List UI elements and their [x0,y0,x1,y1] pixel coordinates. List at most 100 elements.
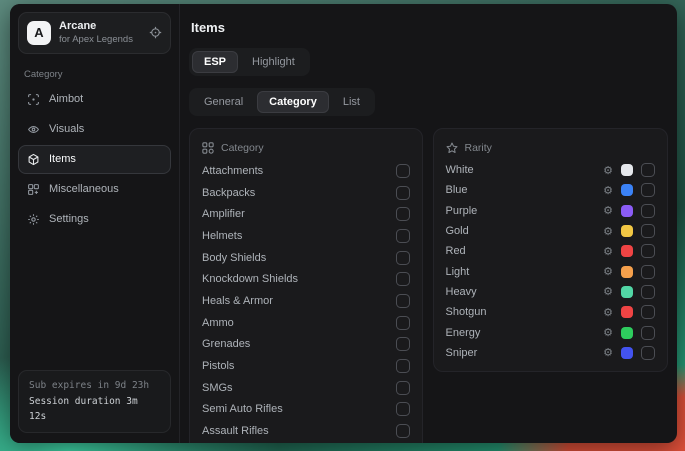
tab-esp[interactable]: ESP [192,51,238,73]
category-checkbox[interactable] [396,272,410,286]
category-row-label: Amplifier [202,208,245,220]
rarity-row[interactable]: Blue ⚙ [446,180,656,200]
rarity-row[interactable]: Gold ⚙ [446,221,656,241]
rarity-color-swatch[interactable] [621,245,633,257]
rarity-color-swatch[interactable] [621,205,633,217]
rarity-row[interactable]: Sniper ⚙ [446,343,656,363]
category-row[interactable]: SMGs [202,377,410,399]
category-row[interactable]: Attachments [202,160,410,182]
category-checkbox[interactable] [396,316,410,330]
category-checkbox[interactable] [396,424,410,438]
category-checkbox[interactable] [396,402,410,416]
rarity-settings-gear-icon[interactable]: ⚙ [603,246,613,257]
rarity-row[interactable]: Purple ⚙ [446,201,656,221]
category-row[interactable]: Heals & Armor [202,290,410,312]
subtab-category[interactable]: Category [257,91,329,113]
rarity-color-swatch[interactable] [621,286,633,298]
category-row[interactable]: Amplifier [202,203,410,225]
rarity-checkbox[interactable] [641,224,655,238]
sidebar-nav-label: Visuals [49,123,84,135]
brand-subtitle: for Apex Legends [59,34,133,46]
category-row-label: Semi Auto Rifles [202,403,283,415]
rarity-color-swatch[interactable] [621,327,633,339]
category-checkbox[interactable] [396,229,410,243]
rarity-row[interactable]: Energy ⚙ [446,322,656,342]
rarity-settings-gear-icon[interactable]: ⚙ [603,185,613,196]
rarity-checkbox[interactable] [641,265,655,279]
view-tabs: General Category List [189,88,375,116]
rarity-color-swatch[interactable] [621,306,633,318]
sidebar-nav-label: Miscellaneous [49,183,119,195]
category-row[interactable]: LMGs [202,442,410,443]
rarity-color-swatch[interactable] [621,164,633,176]
rarity-row-label: Light [446,266,470,278]
rarity-settings-gear-icon[interactable]: ⚙ [603,266,613,277]
category-row[interactable]: Ammo [202,312,410,334]
sidebar-item-settings[interactable]: Settings [18,205,171,234]
rarity-panel-title: Rarity [465,142,492,154]
category-row[interactable]: Assault Rifles [202,420,410,442]
rarity-row[interactable]: Light ⚙ [446,261,656,281]
sidebar-item-visuals[interactable]: Visuals [18,115,171,144]
category-row-label: Backpacks [202,187,255,199]
rarity-row[interactable]: Shotgun ⚙ [446,302,656,322]
category-row[interactable]: Pistols [202,355,410,377]
tab-highlight[interactable]: Highlight [240,51,307,73]
rarity-row[interactable]: Red ⚙ [446,241,656,261]
sidebar-item-aimbot[interactable]: Aimbot [18,85,171,114]
category-row[interactable]: Body Shields [202,247,410,269]
brand-name: Arcane [59,20,133,34]
rarity-row-label: Sniper [446,347,478,359]
crosshair-icon [27,93,40,106]
category-checkbox[interactable] [396,337,410,351]
rarity-row[interactable]: Heavy ⚙ [446,282,656,302]
main-content: Items ESP Highlight General Category Lis… [180,4,677,443]
rarity-checkbox[interactable] [641,244,655,258]
category-checkbox[interactable] [396,251,410,265]
rarity-row-label: Shotgun [446,306,487,318]
category-checkbox[interactable] [396,294,410,308]
category-checkbox[interactable] [396,207,410,221]
rarity-settings-gear-icon[interactable]: ⚙ [603,226,613,237]
category-row[interactable]: Semi Auto Rifles [202,399,410,421]
app-window: A Arcane for Apex Legends Category Aimbo… [10,4,677,443]
rarity-checkbox[interactable] [641,204,655,218]
rarity-settings-gear-icon[interactable]: ⚙ [603,205,613,216]
rarity-settings-gear-icon[interactable]: ⚙ [603,165,613,176]
rarity-settings-gear-icon[interactable]: ⚙ [603,286,613,297]
category-row-label: Grenades [202,338,250,350]
brand-card: A Arcane for Apex Legends [18,12,171,54]
rarity-checkbox[interactable] [641,305,655,319]
rarity-row-label: Heavy [446,286,477,298]
target-icon[interactable] [149,26,162,39]
sidebar-item-miscellaneous[interactable]: Miscellaneous [18,175,171,204]
category-row[interactable]: Grenades [202,334,410,356]
rarity-color-swatch[interactable] [621,347,633,359]
rarity-settings-gear-icon[interactable]: ⚙ [603,347,613,358]
subtab-list[interactable]: List [331,91,372,113]
rarity-color-swatch[interactable] [621,266,633,278]
category-row[interactable]: Knockdown Shields [202,268,410,290]
category-checkbox[interactable] [396,186,410,200]
brand-logo: A [27,21,51,45]
rarity-color-swatch[interactable] [621,184,633,196]
rarity-settings-gear-icon[interactable]: ⚙ [603,327,613,338]
category-row[interactable]: Backpacks [202,182,410,204]
session-card: Sub expires in 9d 23h Session duration 3… [18,370,171,433]
rarity-checkbox[interactable] [641,183,655,197]
rarity-checkbox[interactable] [641,326,655,340]
category-row[interactable]: Helmets [202,225,410,247]
category-checkbox[interactable] [396,164,410,178]
rarity-settings-gear-icon[interactable]: ⚙ [603,307,613,318]
category-panel-title: Category [221,142,264,154]
subtab-general[interactable]: General [192,91,255,113]
rarity-checkbox[interactable] [641,163,655,177]
rarity-row[interactable]: White ⚙ [446,160,656,180]
rarity-row-label: Energy [446,327,481,339]
sidebar-item-items[interactable]: Items [18,145,171,174]
rarity-checkbox[interactable] [641,285,655,299]
category-checkbox[interactable] [396,381,410,395]
rarity-checkbox[interactable] [641,346,655,360]
rarity-color-swatch[interactable] [621,225,633,237]
category-checkbox[interactable] [396,359,410,373]
